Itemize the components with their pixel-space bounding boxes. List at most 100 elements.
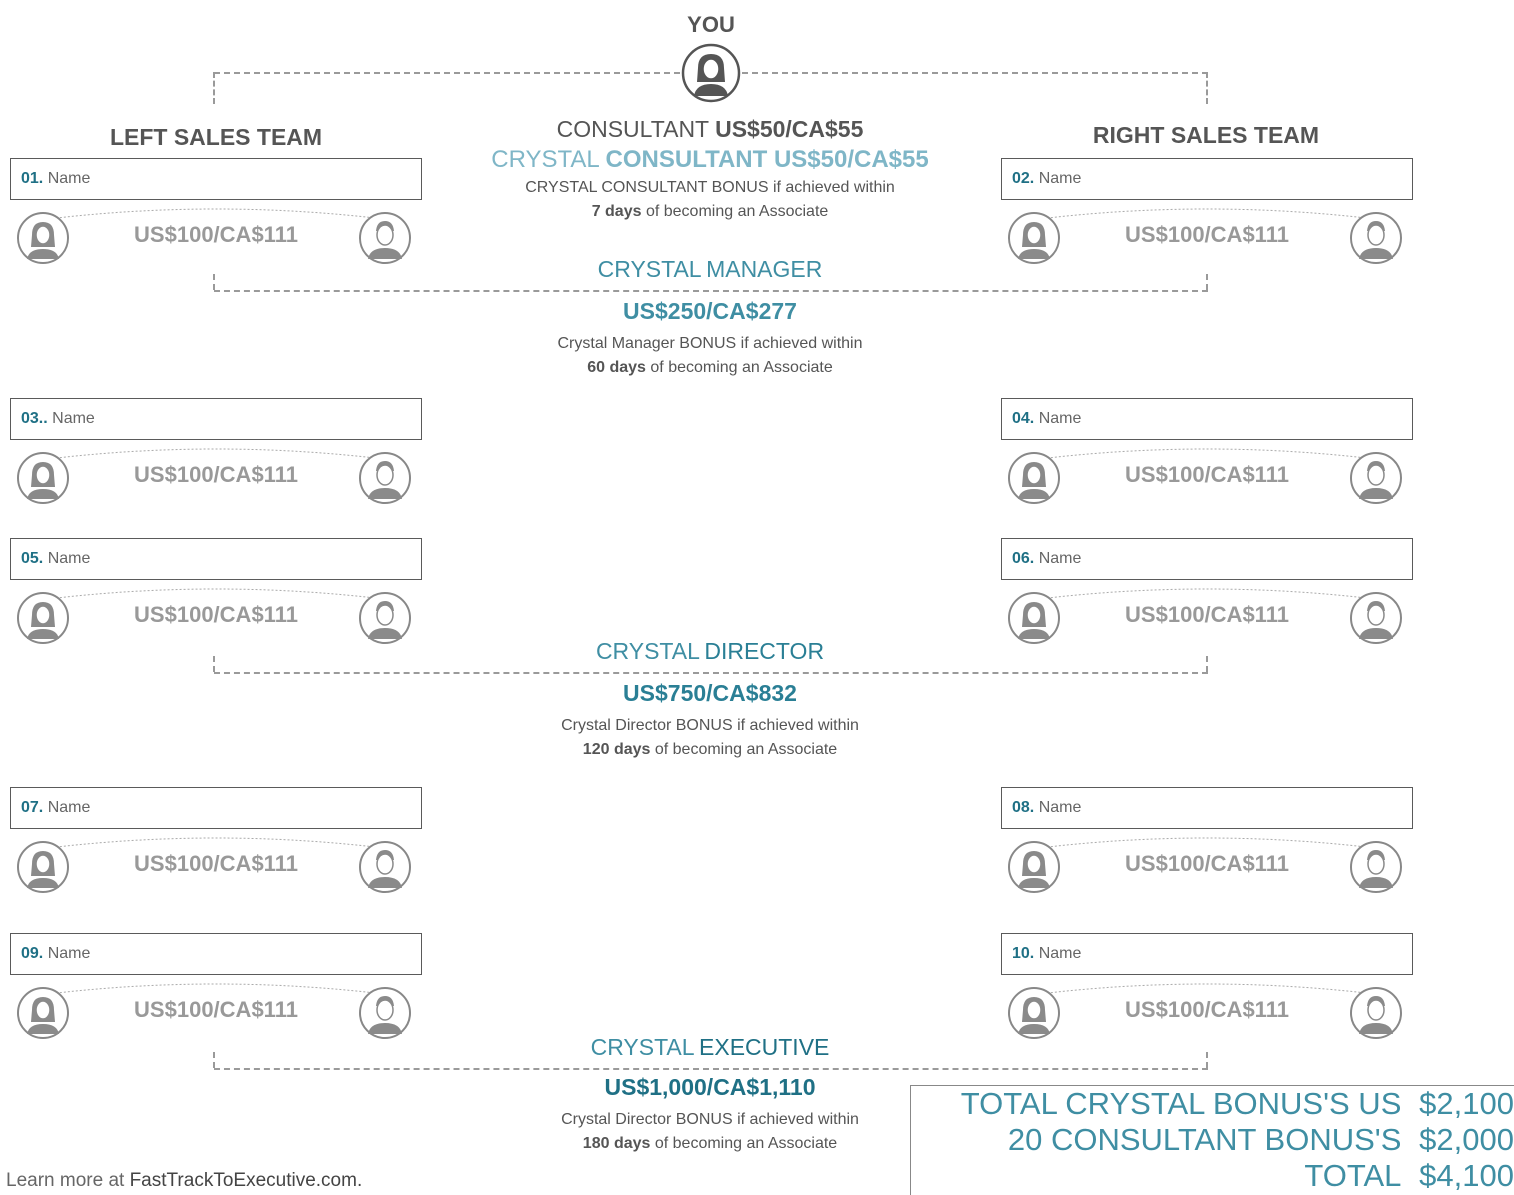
member-number: 04. (1012, 410, 1035, 427)
executive-connector (214, 1068, 1208, 1070)
crystal-director-amount: US$750/CA$832 (623, 680, 797, 706)
crystal-executive-desc-line2: 180 days of becoming an Associate (582, 1135, 838, 1152)
executive-connector (1206, 1052, 1208, 1068)
member-name-field[interactable]: 08. Name (1001, 787, 1413, 829)
member-name: Name (47, 170, 91, 187)
member-pair: US$100/CA$111 (1001, 204, 1413, 268)
total-label: TOTAL CRYSTAL BONUS'S US (960, 1086, 1402, 1121)
top-connector (214, 72, 680, 74)
member-pair: US$100/CA$111 (1001, 584, 1413, 648)
crystal-director-desc: Crystal Director BONUS if achieved withi… (430, 714, 990, 762)
you-label: YOU (687, 12, 735, 37)
member-number: 05. (21, 550, 44, 567)
member-name-field[interactable]: 03.. Name (10, 398, 422, 440)
member-name: Name (1038, 170, 1082, 187)
member-name-field[interactable]: 04. Name (1001, 398, 1413, 440)
crystal-executive-desc: Crystal Director BONUS if achieved withi… (430, 1108, 990, 1156)
director-connector (214, 672, 1208, 674)
member-bonus-amount: US$100/CA$111 (1125, 222, 1289, 247)
footer-link[interactable]: FastTrackToExecutive.com. (130, 1170, 363, 1191)
consultant-amount: US$50/CA$55 (715, 116, 864, 142)
member-name-field[interactable]: 06. Name (1001, 538, 1413, 580)
footer: Learn more at FastTrackToExecutive.com. (6, 1170, 362, 1192)
member-number: 02. (1012, 170, 1035, 187)
crystal-executive-heading: CRYSTAL EXECUTIVE (430, 1034, 990, 1061)
crystal-manager-desc: Crystal Manager BONUS if achieved within… (430, 332, 990, 380)
member-bonus-amount: US$100/CA$111 (134, 851, 298, 876)
member-name-field[interactable]: 02. Name (1001, 158, 1413, 200)
manager-connector (1206, 274, 1208, 290)
member-number: 03.. (21, 410, 48, 427)
member-name: Name (1038, 550, 1082, 567)
top-connector (213, 72, 215, 104)
member-name: Name (1038, 799, 1082, 816)
director-connector (213, 656, 215, 672)
member-pair: US$100/CA$111 (1001, 979, 1413, 1043)
member-name-field[interactable]: 05. Name (10, 538, 422, 580)
manager-connector (214, 290, 1208, 292)
crystal-executive-amount: US$1,000/CA$1,110 (604, 1074, 816, 1100)
total-row: 20 CONSULTANT BONUS'S $2,000 (1008, 1122, 1514, 1158)
totals-box: TOTAL CRYSTAL BONUS'S US $2,100 20 CONSU… (910, 1085, 1514, 1195)
crystal-consultant-desc-line1: CRYSTAL CONSULTANT BONUS if achieved wit… (525, 179, 895, 196)
crystal-manager-prefix: CRYSTAL (597, 256, 702, 282)
crystal-director-desc-line2: 120 days of becoming an Associate (582, 741, 838, 758)
member-pair: US$100/CA$111 (10, 204, 422, 268)
crystal-executive-desc-line1: Crystal Director BONUS if achieved withi… (561, 1111, 859, 1128)
member-number: 09. (21, 945, 44, 962)
top-connector (1206, 72, 1208, 104)
crystal-director-prefix: CRYSTAL (595, 638, 700, 664)
crystal-consultant-prefix: CRYSTAL (491, 146, 599, 173)
member-bonus-amount: US$100/CA$111 (1125, 462, 1289, 487)
member-name: Name (1038, 410, 1082, 427)
director-connector (1206, 656, 1208, 672)
left-team-title: LEFT SALES TEAM (109, 124, 323, 150)
member-bonus-amount: US$100/CA$111 (1125, 997, 1289, 1022)
member-pair: US$100/CA$111 (10, 833, 422, 897)
member-bonus-amount: US$100/CA$111 (134, 462, 298, 487)
crystal-manager-amount: US$250/CA$277 (623, 298, 797, 324)
total-value: $2,000 (1419, 1122, 1514, 1157)
member-number: 10. (1012, 945, 1035, 962)
member-pair: US$100/CA$111 (10, 979, 422, 1043)
crystal-director-heading: CRYSTAL DIRECTOR (430, 638, 990, 665)
member-name-field[interactable]: 10. Name (1001, 933, 1413, 975)
consultant-heading: CONSULTANT US$50/CA$55 (430, 116, 990, 143)
member-bonus-amount: US$100/CA$111 (134, 997, 298, 1022)
crystal-manager-heading: CRYSTAL MANAGER (430, 256, 990, 283)
member-bonus-amount: US$100/CA$111 (134, 222, 298, 247)
member-pair: US$100/CA$111 (10, 444, 422, 508)
executive-connector (213, 1052, 215, 1068)
member-number: 06. (1012, 550, 1035, 567)
member-bonus-amount: US$100/CA$111 (134, 602, 298, 627)
total-value: $4,100 (1419, 1158, 1514, 1193)
consultant-label: CONSULTANT (556, 116, 709, 142)
member-name: Name (47, 799, 91, 816)
crystal-consultant-heading: CRYSTAL CONSULTANT US$50/CA$55 (430, 146, 990, 174)
member-name: Name (47, 945, 91, 962)
crystal-consultant-amount: US$50/CA$55 (773, 146, 929, 173)
total-label: 20 CONSULTANT BONUS'S (1007, 1122, 1402, 1157)
member-name: Name (1038, 945, 1082, 962)
total-row: TOTAL $4,100 (1304, 1158, 1514, 1194)
crystal-executive-rank: EXECUTIVE (699, 1034, 830, 1060)
crystal-manager-desc-line2: 60 days of becoming an Associate (587, 359, 833, 376)
member-bonus-amount: US$100/CA$111 (1125, 851, 1289, 876)
total-label: TOTAL (1304, 1158, 1402, 1193)
crystal-consultant-rank: CONSULTANT (605, 146, 768, 173)
manager-connector (213, 274, 215, 290)
crystal-executive-prefix: CRYSTAL (590, 1034, 695, 1060)
you-avatar-icon (681, 43, 741, 103)
crystal-director-desc-line1: Crystal Director BONUS if achieved withi… (561, 717, 859, 734)
crystal-manager-rank: MANAGER (706, 256, 823, 282)
footer-prefix: Learn more at (6, 1170, 125, 1191)
top-connector (742, 72, 1208, 74)
crystal-manager-desc-line1: Crystal Manager BONUS if achieved within (557, 335, 863, 352)
member-name-field[interactable]: 07. Name (10, 787, 422, 829)
member-name-field[interactable]: 01. Name (10, 158, 422, 200)
crystal-consultant-desc-line2: 7 days of becoming an Associate (591, 203, 829, 220)
member-name-field[interactable]: 09. Name (10, 933, 422, 975)
member-pair: US$100/CA$111 (10, 584, 422, 648)
member-pair: US$100/CA$111 (1001, 833, 1413, 897)
member-number: 08. (1012, 799, 1035, 816)
